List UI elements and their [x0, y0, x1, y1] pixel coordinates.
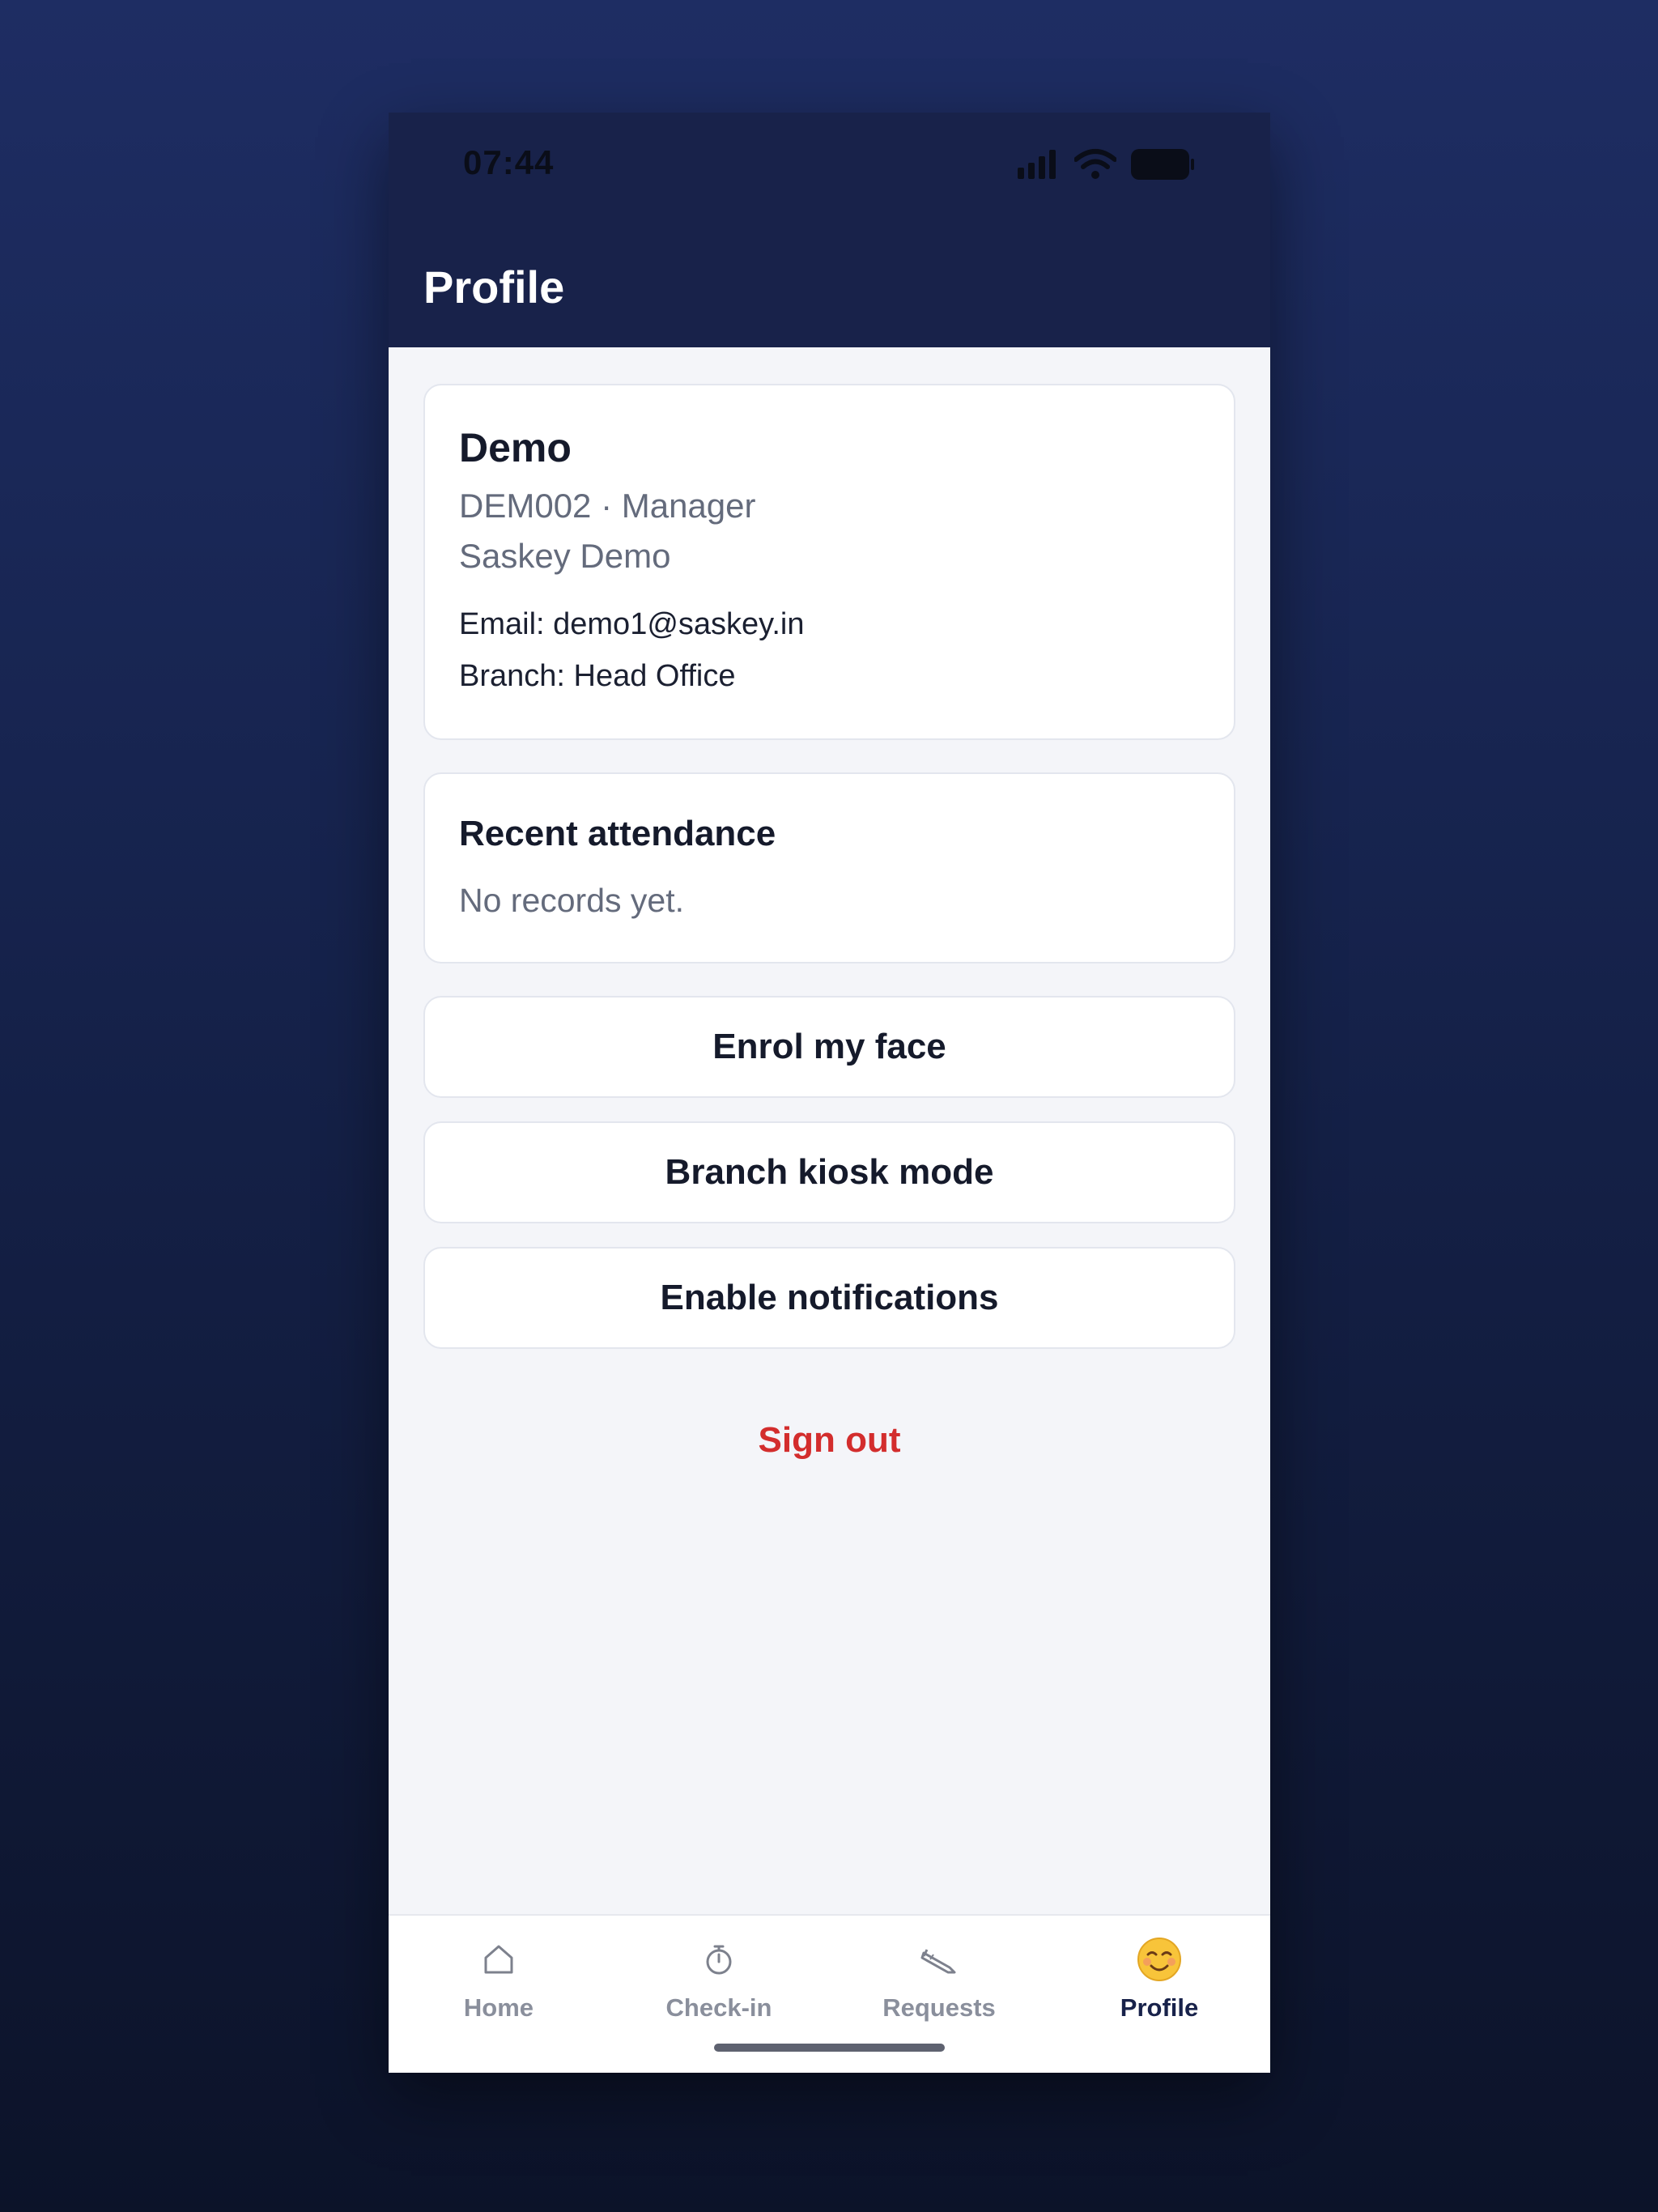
tab-label-requests: Requests — [882, 1993, 996, 2022]
profile-content: Demo DEM002 · Manager Saskey Demo Email:… — [423, 384, 1235, 1461]
profile-organization: Saskey Demo — [459, 537, 671, 575]
enrol-face-button[interactable]: Enrol my face — [423, 996, 1235, 1098]
profile-branch: Branch: Head Office — [459, 659, 736, 693]
cellular-signal-icon — [1018, 150, 1060, 179]
tab-profile[interactable]: Profile — [1049, 1937, 1269, 2042]
tab-label-home: Home — [463, 1993, 534, 2022]
tab-check-in[interactable]: Check-in — [609, 1937, 829, 2042]
phone-screen: 07:44 Profile Demo DEM002 · Manager Sask… — [389, 113, 1270, 2073]
smiling-face-icon — [1137, 1937, 1182, 1982]
profile-card: Demo DEM002 · Manager Saskey Demo Email:… — [423, 384, 1235, 740]
pencil-icon — [916, 1937, 962, 1982]
status-icons — [1018, 148, 1194, 181]
tab-home[interactable]: Home — [389, 1937, 609, 2042]
attendance-empty-message: No records yet. — [459, 882, 684, 919]
recent-attendance-card: Recent attendance No records yet. — [423, 772, 1235, 963]
bottom-tab-bar: Home Check-in Requests Profile — [389, 1914, 1270, 2073]
status-bar: 07:44 — [389, 113, 1270, 218]
page-title: Profile — [423, 262, 565, 313]
wifi-icon — [1074, 149, 1116, 179]
home-indicator[interactable] — [714, 2044, 945, 2052]
profile-name: Demo — [459, 425, 572, 470]
battery-icon — [1131, 149, 1194, 180]
status-time: 07:44 — [463, 143, 555, 181]
enable-notifications-button[interactable]: Enable notifications — [423, 1247, 1235, 1349]
profile-email: Email: demo1@saskey.in — [459, 607, 805, 641]
sign-out-button[interactable]: Sign out — [423, 1420, 1235, 1461]
recent-attendance-title: Recent attendance — [459, 814, 776, 853]
stopwatch-icon — [696, 1937, 742, 1982]
branch-kiosk-mode-button[interactable]: Branch kiosk mode — [423, 1121, 1235, 1223]
home-icon — [476, 1937, 521, 1982]
tab-label-check-in: Check-in — [665, 1993, 772, 2022]
tab-requests[interactable]: Requests — [829, 1937, 1049, 2042]
tab-label-profile: Profile — [1120, 1993, 1199, 2022]
profile-id-role: DEM002 · Manager — [459, 487, 756, 525]
